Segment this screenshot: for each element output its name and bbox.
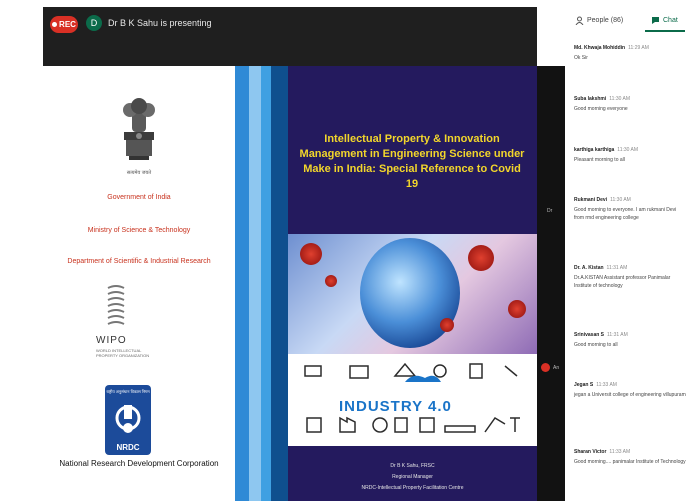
chat-sender: Dr. A. Kistan <box>574 265 604 271</box>
muted-mic-icon <box>541 363 550 372</box>
chat-time: 11:31 AM <box>606 265 628 271</box>
national-emblem-icon <box>123 98 155 160</box>
chat-time: 11:31 AM <box>607 332 628 338</box>
chat-time: 11:33 AM <box>609 449 631 455</box>
chat-text: Good morning everyone <box>574 106 628 112</box>
active-tab-indicator <box>645 30 685 32</box>
virus-icon <box>440 318 454 332</box>
nrdc-label: NRDC <box>116 443 140 452</box>
emblem-caption: सत्यमेव जयते <box>126 170 152 176</box>
rec-label: REC <box>59 20 76 29</box>
nrdc-hindi-label: राष्ट्रीय अनुसंधान विकास निगम <box>106 389 150 394</box>
chat-message: Md. Khwaja Mohiddin 11:29 AM Ok Sir <box>574 45 686 62</box>
chat-message: Rukmani Devi 11:30 AM Good morning to eve… <box>574 197 686 222</box>
chat-message: Srinivasan S 11:31 AM Good morning to all <box>574 332 686 349</box>
chat-message: Jegan S 11:33 AM jegan a Universit colleg… <box>574 382 686 399</box>
chat-time: 11:30 AM <box>610 197 631 203</box>
wipo-logo-icon <box>107 285 125 325</box>
chat-time: 11:33 AM <box>596 382 617 388</box>
participant-strip <box>537 66 565 501</box>
chat-sender: Suba lakshmi <box>574 96 607 102</box>
chat-icon <box>652 17 659 24</box>
chat-tab-label: Chat <box>663 17 678 24</box>
presenter-avatar: D <box>86 15 102 31</box>
virus-icon <box>508 300 526 318</box>
department-label: Department of Scientific & Industrial Re… <box>67 258 211 265</box>
presenting-text: Dr B K Sahu is presenting <box>108 18 212 28</box>
tab-people[interactable]: People (86) <box>575 16 623 25</box>
industry-label: INDUSTRY 4.0 <box>339 398 452 415</box>
government-label: Government of India <box>107 194 171 201</box>
chat-time: 11:29 AM <box>628 45 649 51</box>
slide-stripe <box>261 66 271 501</box>
chat-sender: Sharan Victor <box>574 449 607 455</box>
wipo-subtitle: WORLD INTELLECTUAL PROPERTY ORGANIZATION <box>96 348 150 358</box>
chat-sender: Jegan S <box>574 382 594 388</box>
presenter-role: Regional Manager <box>392 474 433 480</box>
chat-sender: karthiga karthiga <box>574 147 615 153</box>
chat-sender: Md. Khwaja Mohiddin <box>574 45 626 51</box>
virus-icon <box>468 245 494 271</box>
slide-stripe <box>271 66 288 501</box>
chat-time: 11:30 AM <box>617 147 639 153</box>
slide-title: Intellectual Property & Innovation Manag… <box>299 133 525 190</box>
chat-message: karthiga karthiga 11:30 AM Pleasant morni… <box>574 147 686 164</box>
presenter-name: Dr B K Sahu, FRSC <box>390 463 435 469</box>
chat-sender: Rukmani Devi <box>574 197 608 203</box>
participant-tile-label: An <box>553 365 560 371</box>
virus-icon <box>325 275 337 287</box>
slide-stripe <box>249 66 261 501</box>
chat-text: jegan a Universit college of engineering… <box>574 392 686 398</box>
tab-chat[interactable]: Chat <box>651 16 678 25</box>
people-tab-label: People (86) <box>587 17 624 24</box>
wipo-label: WIPO <box>96 335 127 346</box>
chat-text: Good morning to everyone. I am rukmani D… <box>574 207 677 221</box>
virus-icon <box>300 243 322 265</box>
record-dot-icon <box>52 22 58 27</box>
nrdc-emblem-icon <box>115 405 141 433</box>
people-icon <box>575 16 584 25</box>
nrdc-full-name: National Research Development Corporatio… <box>59 459 219 468</box>
participant-tile-label: Dr <box>547 208 553 214</box>
chat-message: Sharan Victor 11:33 AM Good morning.... p… <box>574 449 686 466</box>
chat-text: Good morning.... panimalar Institute of … <box>574 459 686 465</box>
slide-stripe <box>235 66 249 501</box>
recording-badge: REC <box>50 16 78 33</box>
presenter-org: NRDC-Intellectual Property Facilitation … <box>361 485 464 491</box>
chat-text: Ok Sir <box>574 55 588 61</box>
ministry-label: Ministry of Science & Technology <box>87 227 191 234</box>
presenter-bar <box>43 7 537 66</box>
chat-text: Dr.A.KISTAN Assistant professor Panimala… <box>574 275 671 289</box>
chat-text: Pleasant morning to all <box>574 157 625 163</box>
chat-message: Dr. A. Kistan 11:31 AM Dr.A.KISTAN Assist… <box>574 265 686 290</box>
chat-message: Suba lakshmi 11:30 AM Good morning everyo… <box>574 96 686 113</box>
chat-time: 11:30 AM <box>609 96 630 102</box>
chat-text: Good morning to all <box>574 342 618 348</box>
chat-sender: Srinivasan S <box>574 332 605 338</box>
